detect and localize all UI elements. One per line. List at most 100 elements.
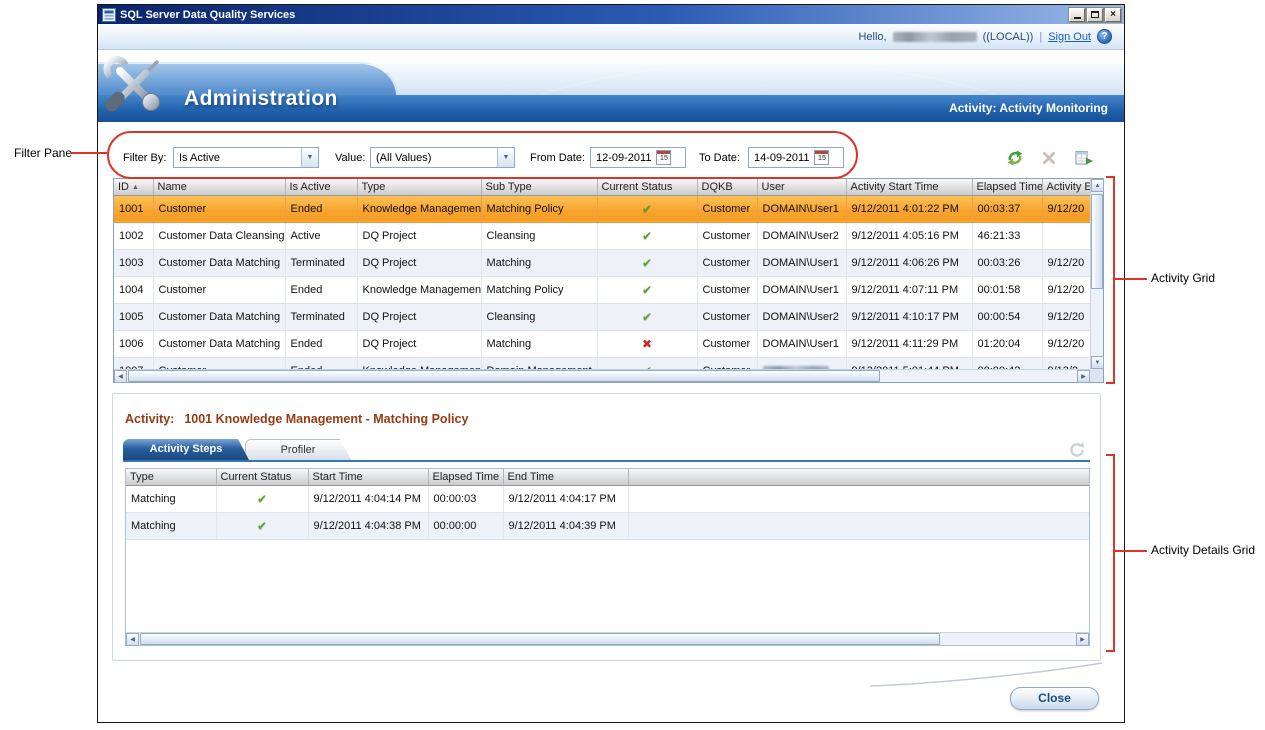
- activity-grid-column-header-user[interactable]: User: [757, 179, 846, 195]
- details-grid-horizontal-scrollbar[interactable]: ◀ ▶: [126, 632, 1089, 645]
- cell-filler: [628, 512, 1089, 539]
- cell-dqkb: Customer: [697, 222, 757, 249]
- details-grid-row-0[interactable]: Matching✔9/12/2011 4:04:14 PM00:00:039/1…: [126, 485, 1089, 512]
- banner-context-label: Activity: Activity Monitoring: [949, 95, 1108, 122]
- activity-grid-column-header-current-status[interactable]: Current Status: [597, 179, 697, 195]
- cell-sub-type: Cleansing: [481, 222, 597, 249]
- status-ok-icon: ✔: [257, 519, 267, 533]
- details-grid-column-header-start-time[interactable]: Start Time: [308, 469, 428, 485]
- tab-activity-steps[interactable]: Activity Steps: [123, 439, 249, 460]
- cell-elapsed: 00:00:00: [428, 512, 503, 539]
- cell-name: Customer Data Matching: [153, 249, 285, 276]
- horizontal-scroll-thumb[interactable]: [140, 633, 940, 645]
- cell-is-active: Ended: [285, 357, 357, 369]
- activity-grid-viewport: ID▲NameIs ActiveTypeSub TypeCurrent Stat…: [114, 179, 1090, 369]
- details-grid-column-header-elapsed-time[interactable]: Elapsed Time: [428, 469, 503, 485]
- footer-curve-decoration: [868, 662, 1104, 688]
- activity-grid: ID▲NameIs ActiveTypeSub TypeCurrent Stat…: [113, 178, 1104, 383]
- sign-out-link[interactable]: Sign Out: [1048, 31, 1091, 43]
- close-window-button[interactable]: ×: [1105, 8, 1121, 22]
- greeting-bar: Hello, ((LOCAL)) | Sign Out ?: [98, 24, 1124, 50]
- cell-elapsed: 00:01:58: [972, 276, 1042, 303]
- horizontal-scroll-thumb[interactable]: [128, 370, 880, 382]
- cell-name: Customer: [153, 195, 285, 222]
- status-ok-icon: ✔: [257, 492, 267, 506]
- scroll-left-button[interactable]: ◀: [126, 633, 139, 646]
- cell-type: Knowledge Management: [357, 357, 481, 369]
- activity-grid-column-header-id[interactable]: ID▲: [114, 179, 153, 195]
- activity-grid-column-header-is-active[interactable]: Is Active: [285, 179, 357, 195]
- cell-status: ✔: [597, 276, 697, 303]
- tab-profiler[interactable]: Profiler: [245, 439, 351, 460]
- annotation-activity-details-grid-bracket: [1106, 454, 1115, 652]
- cell-user: [757, 357, 846, 369]
- activity-grid-row-1005[interactable]: 1005Customer Data MatchingTerminatedDQ P…: [114, 303, 1090, 330]
- minimize-button[interactable]: [1069, 8, 1085, 22]
- activity-grid-row-1002[interactable]: 1002Customer Data CleansingActiveDQ Proj…: [114, 222, 1090, 249]
- cell-status: ✔: [597, 303, 697, 330]
- activity-grid-column-header-type[interactable]: Type: [357, 179, 481, 195]
- refresh-details-icon: [1068, 441, 1086, 459]
- vertical-scroll-thumb[interactable]: [1091, 194, 1103, 289]
- header-banner: Administration Activity: Activity Monito…: [98, 56, 1124, 122]
- details-grid-column-header-type[interactable]: Type: [126, 469, 216, 485]
- activity-grid-vertical-scrollbar[interactable]: ▲ ▼: [1090, 179, 1103, 369]
- details-grid-column-header-end-time[interactable]: End Time: [503, 469, 628, 485]
- maximize-button[interactable]: [1087, 8, 1103, 22]
- close-button[interactable]: Close: [1010, 687, 1099, 710]
- cell-id: 1004: [114, 276, 153, 303]
- scroll-up-button[interactable]: ▲: [1091, 179, 1104, 192]
- cell-elapsed: 00:03:26: [972, 249, 1042, 276]
- cell-dqkb: Customer: [697, 195, 757, 222]
- cell-status: ✖: [597, 330, 697, 357]
- details-tabstrip: Activity Steps Profiler: [123, 439, 1090, 462]
- cell-user: DOMAIN\User1: [757, 249, 846, 276]
- scroll-down-button[interactable]: ▼: [1091, 356, 1104, 369]
- titlebar[interactable]: SQL Server Data Quality Services ×: [98, 5, 1124, 24]
- cell-end: 9/12/2: [1042, 357, 1090, 369]
- terminate-activity-icon[interactable]: [1038, 148, 1060, 168]
- status-ok-icon: ✔: [642, 283, 652, 297]
- scroll-left-button[interactable]: ◀: [114, 370, 127, 383]
- activity-grid-column-header-sub-type[interactable]: Sub Type: [481, 179, 597, 195]
- cell-type: Knowledge Management: [357, 276, 481, 303]
- cell-is-active: Ended: [285, 276, 357, 303]
- cell-start: 9/12/2011 4:07:11 PM: [846, 276, 972, 303]
- app-icon: [102, 8, 116, 22]
- cell-elapsed: 00:00:03: [428, 485, 503, 512]
- redacted-user-name: [893, 32, 977, 42]
- activity-grid-row-1003[interactable]: 1003Customer Data MatchingTerminatedDQ P…: [114, 249, 1090, 276]
- cell-type: DQ Project: [357, 330, 481, 357]
- help-icon[interactable]: ?: [1097, 29, 1112, 44]
- activity-grid-table: ID▲NameIs ActiveTypeSub TypeCurrent Stat…: [114, 179, 1090, 369]
- activity-grid-column-header-name[interactable]: Name: [153, 179, 285, 195]
- page-title: Administration: [184, 87, 338, 111]
- cell-start: 9/12/2011 4:05:16 PM: [846, 222, 972, 249]
- activity-grid-column-header-activity-start-time[interactable]: Activity Start Time: [846, 179, 972, 195]
- cell-dqkb: Customer: [697, 249, 757, 276]
- scroll-right-button[interactable]: ▶: [1076, 633, 1089, 646]
- refresh-icon[interactable]: [1004, 148, 1026, 168]
- activity-grid-row-1006[interactable]: 1006Customer Data MatchingEndedDQ Projec…: [114, 330, 1090, 357]
- details-grid-row-1[interactable]: Matching✔9/12/2011 4:04:38 PM00:00:009/1…: [126, 512, 1089, 539]
- cell-type: DQ Project: [357, 249, 481, 276]
- export-icon[interactable]: [1073, 148, 1095, 168]
- activity-grid-header-row: ID▲NameIs ActiveTypeSub TypeCurrent Stat…: [114, 179, 1090, 195]
- activity-grid-row-1001[interactable]: 1001CustomerEndedKnowledge ManagementMat…: [114, 195, 1090, 222]
- status-ok-icon: ✔: [642, 256, 652, 270]
- app-window: SQL Server Data Quality Services × Hello…: [97, 4, 1125, 723]
- activity-grid-horizontal-scrollbar[interactable]: ◀ ▶: [114, 369, 1090, 382]
- cell-filler: [628, 485, 1089, 512]
- activity-grid-column-header-dqkb[interactable]: DQKB: [697, 179, 757, 195]
- cell-name: Customer Data Matching: [153, 303, 285, 330]
- annotation-activity-details-grid-line: [1114, 550, 1147, 552]
- close-icon: ×: [1110, 9, 1116, 21]
- details-grid-column-header-current-status[interactable]: Current Status: [216, 469, 308, 485]
- activity-grid-row-1007[interactable]: 1007CustomerEndedKnowledge ManagementDom…: [114, 357, 1090, 369]
- activity-grid-column-header-elapsed-time[interactable]: Elapsed Time: [972, 179, 1042, 195]
- activity-grid-column-header-activity-end-time[interactable]: Activity End Time: [1042, 179, 1090, 195]
- activity-grid-row-1004[interactable]: 1004CustomerEndedKnowledge ManagementMat…: [114, 276, 1090, 303]
- cell-end: 9/12/20: [1042, 303, 1090, 330]
- scroll-right-button[interactable]: ▶: [1077, 370, 1090, 383]
- cell-id: 1003: [114, 249, 153, 276]
